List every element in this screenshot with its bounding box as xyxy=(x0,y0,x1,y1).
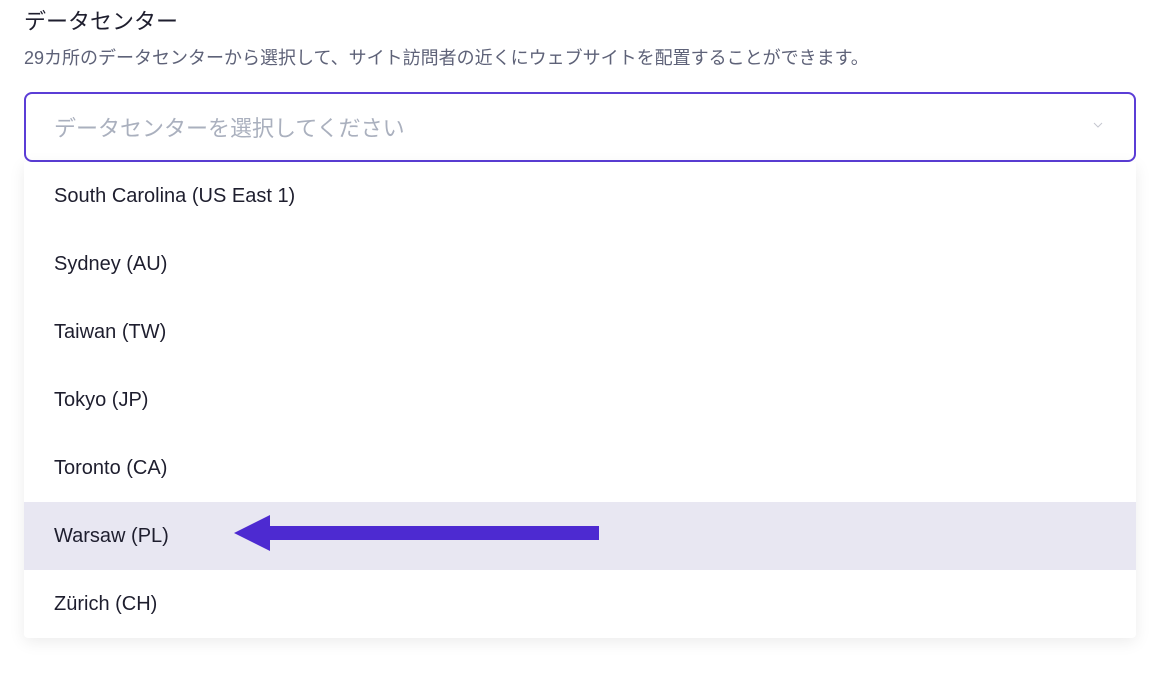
dropdown-item-sydney[interactable]: Sydney (AU) xyxy=(24,230,1136,298)
section-description: 29カ所のデータセンターから選択して、サイト訪問者の近くにウェブサイトを配置する… xyxy=(24,44,1136,70)
datacenter-dropdown: South Carolina (US East 1) Sydney (AU) T… xyxy=(24,162,1136,638)
arrow-left-icon xyxy=(234,513,604,559)
datacenter-select[interactable]: データセンターを選択してください xyxy=(24,92,1136,162)
datacenter-select-wrapper: データセンターを選択してください South Carolina (US East… xyxy=(24,92,1136,162)
dropdown-item-label: Tokyo (JP) xyxy=(54,389,148,412)
chevron-down-icon xyxy=(1090,117,1106,138)
dropdown-item-warsaw[interactable]: Warsaw (PL) xyxy=(24,502,1136,570)
section-heading: データセンター xyxy=(24,4,1136,36)
dropdown-item-toronto[interactable]: Toronto (CA) xyxy=(24,434,1136,502)
dropdown-item-tokyo[interactable]: Tokyo (JP) xyxy=(24,366,1136,434)
dropdown-item-label: Zürich (CH) xyxy=(54,593,157,616)
dropdown-item-label: Toronto (CA) xyxy=(54,457,167,480)
dropdown-item-label: Taiwan (TW) xyxy=(54,321,166,344)
dropdown-item-zurich[interactable]: Zürich (CH) xyxy=(24,570,1136,638)
dropdown-item-taiwan[interactable]: Taiwan (TW) xyxy=(24,298,1136,366)
dropdown-item-label: Sydney (AU) xyxy=(54,253,167,276)
dropdown-item-south-carolina[interactable]: South Carolina (US East 1) xyxy=(24,162,1136,230)
dropdown-item-label: South Carolina (US East 1) xyxy=(54,185,295,208)
select-placeholder: データセンターを選択してください xyxy=(54,111,1090,143)
dropdown-item-label: Warsaw (PL) xyxy=(54,525,169,548)
